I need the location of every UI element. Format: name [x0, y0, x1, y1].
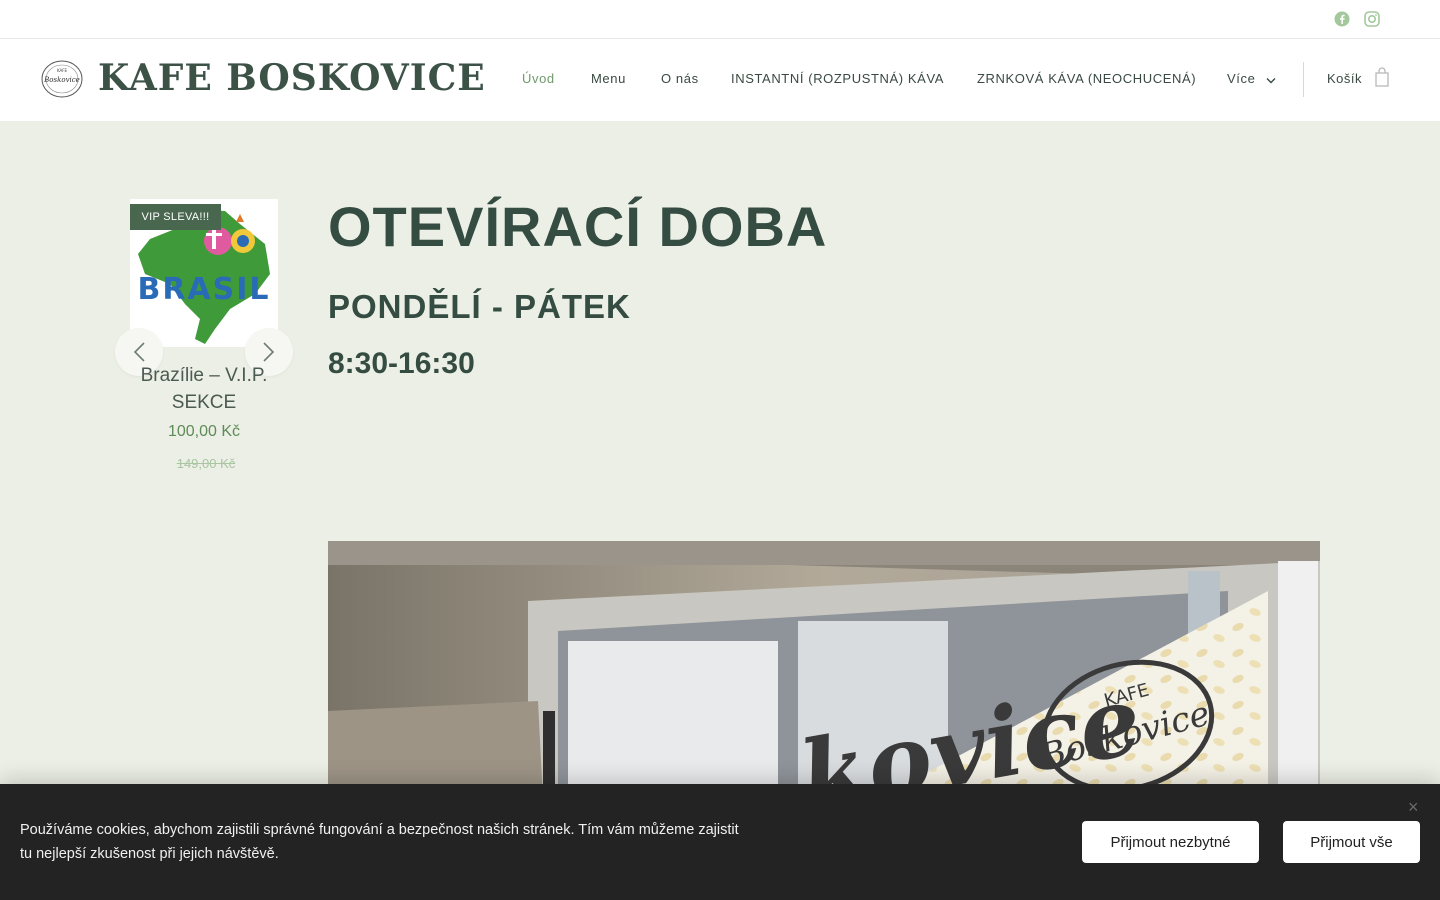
accept-necessary-button[interactable]: Přijmout nezbytné	[1082, 821, 1259, 863]
opening-days: PONDĚLÍ - PÁTEK	[328, 288, 631, 325]
logo-badge-icon[interactable]: KAFE Boskovice	[40, 59, 84, 99]
product-image-text: BRASIL	[137, 272, 270, 307]
top-bar	[0, 0, 1440, 39]
chevron-down-icon	[1266, 72, 1276, 87]
svg-text:Boskovice: Boskovice	[43, 76, 80, 84]
cookie-text: Používáme cookies, abychom zajistili spr…	[20, 822, 739, 862]
product-price: 100,00 Kč	[167, 423, 241, 440]
nav-item-vice[interactable]: Více	[1227, 71, 1276, 87]
nav-item-instantni-kava[interactable]: INSTANTNÍ (ROZPUSTNÁ) KÁVA	[731, 71, 944, 86]
instagram-icon[interactable]	[1364, 11, 1380, 27]
accept-all-button[interactable]: Přijmout vše	[1283, 821, 1420, 863]
nav-item-zrnkova-kava[interactable]: ZRNKOVÁ KÁVA (NEOCHUCENÁ)	[977, 71, 1196, 86]
chevron-left-icon	[133, 342, 145, 362]
site-logo-text[interactable]: KAFE BOSKOVICE	[98, 57, 486, 99]
cookie-consent-bar: Používáme cookies, abychom zajistili spr…	[0, 784, 1440, 900]
product-name[interactable]: Brazílie – V.I.P. SEKCE	[120, 362, 288, 416]
nav-item-menu[interactable]: Menu	[591, 71, 626, 86]
chevron-right-icon	[263, 342, 275, 362]
cart-link[interactable]: Košík	[1327, 71, 1362, 86]
product-old-price: 149,00 Kč	[176, 456, 236, 471]
vip-sale-badge: VIP SLEVA!!!	[130, 204, 221, 230]
nav-item-uvod[interactable]: Úvod	[522, 71, 555, 86]
nav-divider	[1303, 62, 1304, 97]
page-title: OTEVÍRACÍ DOBA	[328, 195, 828, 258]
nav-item-vice-label: Více	[1227, 71, 1256, 86]
close-icon[interactable]: ×	[1408, 798, 1422, 816]
facebook-icon[interactable]	[1334, 11, 1350, 27]
svg-text:KAFE: KAFE	[57, 68, 68, 73]
opening-hours: 8:30-16:30	[328, 347, 475, 380]
shopping-bag-icon[interactable]	[1374, 67, 1390, 87]
nav-item-o-nas[interactable]: O nás	[661, 71, 699, 86]
site-header: KAFE Boskovice KAFE BOSKOVICE Úvod Menu …	[0, 39, 1440, 121]
